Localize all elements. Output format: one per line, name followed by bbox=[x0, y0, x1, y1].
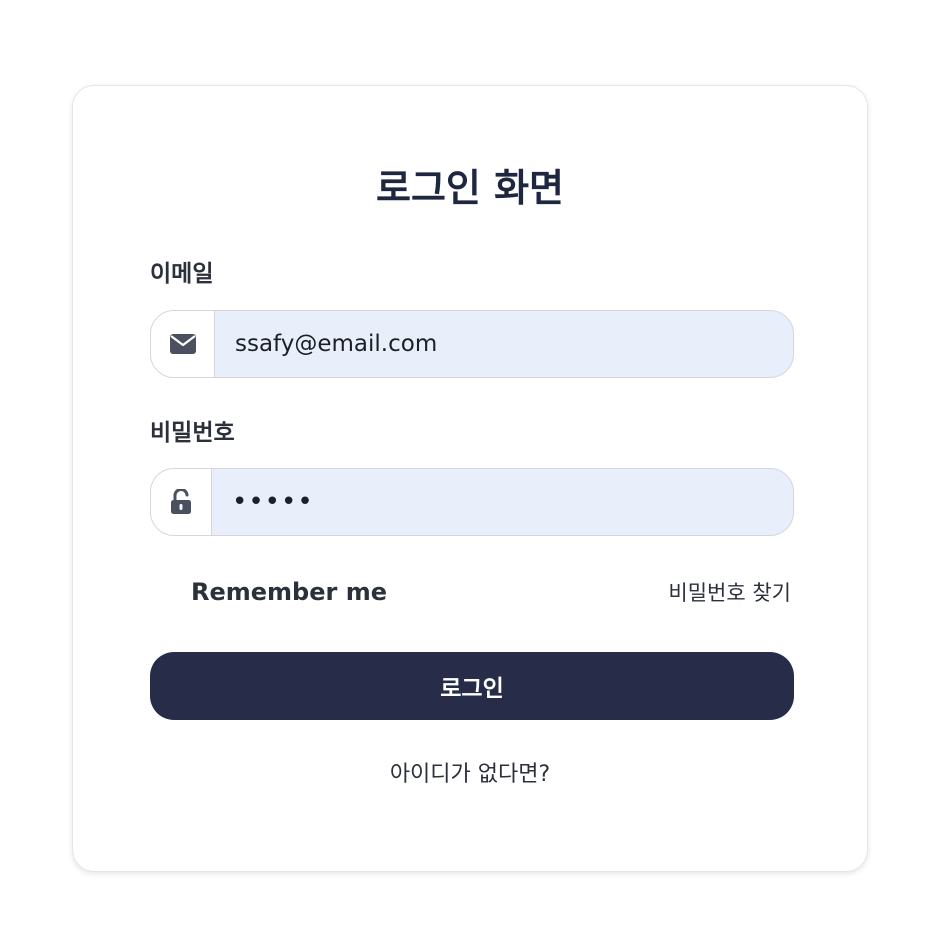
email-input[interactable] bbox=[215, 311, 793, 377]
signup-link[interactable]: 아이디가 없다면? bbox=[73, 760, 867, 790]
page-title: 로그인 화면 bbox=[375, 166, 565, 210]
password-input[interactable] bbox=[212, 469, 793, 535]
remember-me-checkbox-label[interactable]: Remember me bbox=[191, 576, 387, 608]
login-button[interactable]: 로그인 bbox=[150, 652, 794, 720]
email-label: 이메일 bbox=[150, 261, 214, 287]
find-password-link[interactable]: 비밀번호 찾기 bbox=[668, 578, 791, 608]
email-field-group bbox=[150, 310, 794, 378]
login-card: 로그인 화면 이메일 비밀번호 Remember me 비밀번호 찾기 로그인 … bbox=[72, 85, 868, 872]
unlock-icon bbox=[151, 469, 212, 535]
password-label: 비밀번호 bbox=[150, 420, 235, 446]
password-field-group bbox=[150, 468, 794, 536]
envelope-icon bbox=[151, 311, 215, 377]
